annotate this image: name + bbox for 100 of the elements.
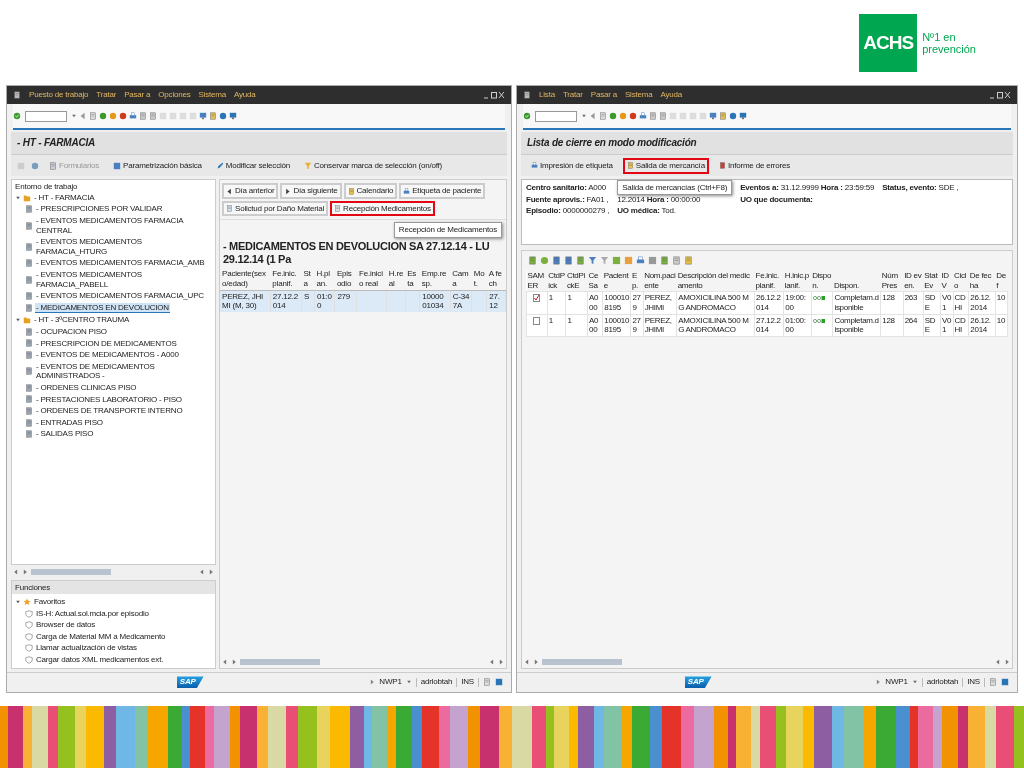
window-controls-icon[interactable] (989, 91, 1011, 100)
column-header[interactable]: H.real (386, 268, 406, 291)
tree-item[interactable]: - PRESTACIONES LABORATORIO - PISO (35, 394, 183, 405)
print-icon[interactable] (129, 112, 137, 121)
tree-item[interactable]: - HT - FARMACIA (33, 192, 96, 203)
dropdown-icon[interactable] (405, 679, 412, 686)
column-header[interactable]: Fe.inic.planif. (754, 270, 784, 292)
menu-item[interactable]: Pasar a (124, 90, 151, 101)
column-header[interactable]: Esta (405, 268, 420, 291)
tree-item[interactable]: - MEDICAMENTOS EN DEVOLUCION (35, 302, 170, 314)
scrollbar[interactable] (240, 659, 320, 666)
column-header[interactable]: Emp.resp. (419, 268, 451, 291)
toolbar-button[interactable]: Recepción Medicamentos (330, 200, 435, 217)
menu-item[interactable]: Sistema (198, 90, 227, 101)
caret-icon[interactable] (15, 194, 21, 201)
input-mode[interactable]: INS (967, 677, 980, 687)
tree-item[interactable]: - SALIDAS PISO (35, 429, 95, 439)
monitor-icon[interactable] (739, 112, 747, 121)
column-header[interactable]: A fech (486, 268, 506, 291)
caret-icon[interactable] (15, 317, 21, 324)
toolbar-button[interactable]: Día anterior (222, 183, 279, 199)
tree-item[interactable]: - EVENTOS MEDICAMENTOS FARMACIA_UPC (35, 291, 205, 301)
column-header[interactable]: NúmPres (880, 270, 904, 292)
print-icon[interactable] (636, 256, 645, 266)
expand-icon[interactable] (369, 679, 376, 686)
scroll-right-icon[interactable] (533, 659, 539, 666)
column-header[interactable]: Fe.inicio real (357, 268, 387, 291)
print-icon[interactable] (639, 112, 647, 121)
column-header[interactable]: H.inic.planif. (783, 270, 812, 292)
column-header[interactable]: De f (995, 270, 1008, 292)
column-header[interactable]: H.plan. (314, 268, 335, 291)
tree-item[interactable]: - OCUPACION PISO (35, 326, 108, 337)
scrollbar[interactable] (31, 569, 111, 575)
tree-item[interactable]: - PRESCRIPCIONES POR VALIDAR (35, 204, 164, 214)
scroll-right-icon[interactable] (1004, 659, 1010, 666)
function-item[interactable]: Carga de Material MM a Medicamento (35, 631, 167, 642)
column-header[interactable]: IDV (940, 270, 954, 292)
column-header[interactable]: Episodio (334, 268, 357, 291)
column-header[interactable]: Cama (450, 268, 472, 291)
toolbar-button[interactable]: Modificar selección (211, 157, 294, 174)
tree-item[interactable]: - EVENTOS MEDICAMENTOS FARMACIA CENTRAL (35, 216, 212, 236)
column-header[interactable]: Descripción del medicamento (676, 270, 755, 292)
column-header[interactable]: Dispon. (811, 270, 833, 292)
column-header[interactable]: Paciente(sexo/edad) (220, 268, 271, 291)
scroll-right-icon[interactable] (231, 659, 237, 666)
scroll-left-icon[interactable] (199, 569, 205, 575)
tree-item[interactable]: - PRESCRIPCION DE MEDICAMENTOS (35, 338, 178, 349)
tree-item[interactable]: - ORDENES CLINICAS PISO (35, 382, 138, 393)
menu-item[interactable]: Pasar a (590, 90, 617, 101)
column-header[interactable]: SAMER (526, 270, 548, 292)
tree-item[interactable]: - EVENTOS MEDICAMENTOS FARMACIA_HTURG (35, 237, 212, 257)
column-header[interactable]: Sta (301, 268, 315, 291)
scrollbar[interactable] (542, 659, 622, 666)
toolbar-button[interactable]: Impresión de etiqueta (527, 157, 617, 174)
tree-item[interactable]: - ENTRADAS PISO (35, 417, 104, 428)
toolbar-button[interactable]: Etiqueta de paciente (399, 183, 486, 199)
scroll-left-icon[interactable] (489, 659, 495, 666)
checkbox[interactable] (533, 294, 541, 303)
scroll-left-icon[interactable] (222, 659, 228, 666)
caret-icon[interactable] (15, 598, 21, 605)
function-item[interactable]: Llamar actualización de vistas (35, 643, 138, 654)
scroll-right-icon[interactable] (498, 659, 504, 666)
window-controls-icon[interactable] (483, 91, 505, 100)
scroll-left-icon[interactable] (13, 569, 19, 575)
column-header[interactable]: StatEv (923, 270, 941, 292)
expand-icon[interactable] (875, 679, 882, 686)
function-item[interactable]: Cargar datos XML medicamentos ext. (35, 655, 165, 665)
menu-item[interactable]: Lista (539, 90, 555, 101)
menu-item[interactable]: Tratar (96, 90, 117, 101)
system-name[interactable]: NWP1 (379, 677, 402, 687)
menu-item[interactable]: Ayuda (234, 90, 256, 101)
column-header[interactable]: ID even. (903, 270, 924, 292)
monitor-icon[interactable] (229, 112, 237, 121)
menu-item[interactable]: Sistema (624, 90, 653, 101)
tree-item[interactable]: - HT - 3ºCENTRO TRAUMA (33, 315, 131, 325)
menu-item[interactable]: Ayuda (660, 90, 682, 101)
toolbar-button[interactable]: Calendario (343, 183, 398, 199)
tree-item[interactable]: - EVENTOS DE MEDICAMENTOS - A000 (35, 350, 180, 360)
toolbar-button[interactable]: Salida de mercancía (622, 157, 709, 174)
command-field[interactable] (25, 110, 67, 122)
checkbox[interactable] (533, 316, 541, 325)
menu-item[interactable]: Puesto de trabajo (29, 90, 89, 101)
menu-item[interactable]: Opciones (158, 90, 191, 101)
column-header[interactable]: Nom.paciente (643, 270, 677, 292)
column-header[interactable]: Dispon. (832, 270, 881, 292)
menu-item[interactable]: Tratar (562, 90, 583, 101)
system-name[interactable]: NWP1 (885, 677, 908, 687)
column-header[interactable]: Paciente (602, 270, 631, 292)
function-item[interactable]: Browser de datos (35, 620, 97, 630)
toolbar-button[interactable]: Solictud por Daño Material (222, 200, 329, 217)
toolbar-button[interactable]: Día siguiente (280, 183, 342, 199)
column-header[interactable]: Fe.inic.planif. (270, 268, 302, 291)
dropdown-icon[interactable] (71, 113, 77, 120)
tree-item[interactable]: - EVENTOS MEDICAMENTOS FARMACIA_AMB (35, 258, 206, 268)
column-header[interactable]: CtdPickE (565, 270, 588, 292)
scroll-right-icon[interactable] (22, 569, 28, 575)
tree-item[interactable]: - EVENTOS MEDICAMENTOS FARMACIA_PABELL (35, 270, 212, 290)
confirm-icon[interactable] (13, 112, 21, 121)
command-field[interactable] (535, 110, 577, 122)
scroll-right-icon[interactable] (208, 569, 214, 575)
